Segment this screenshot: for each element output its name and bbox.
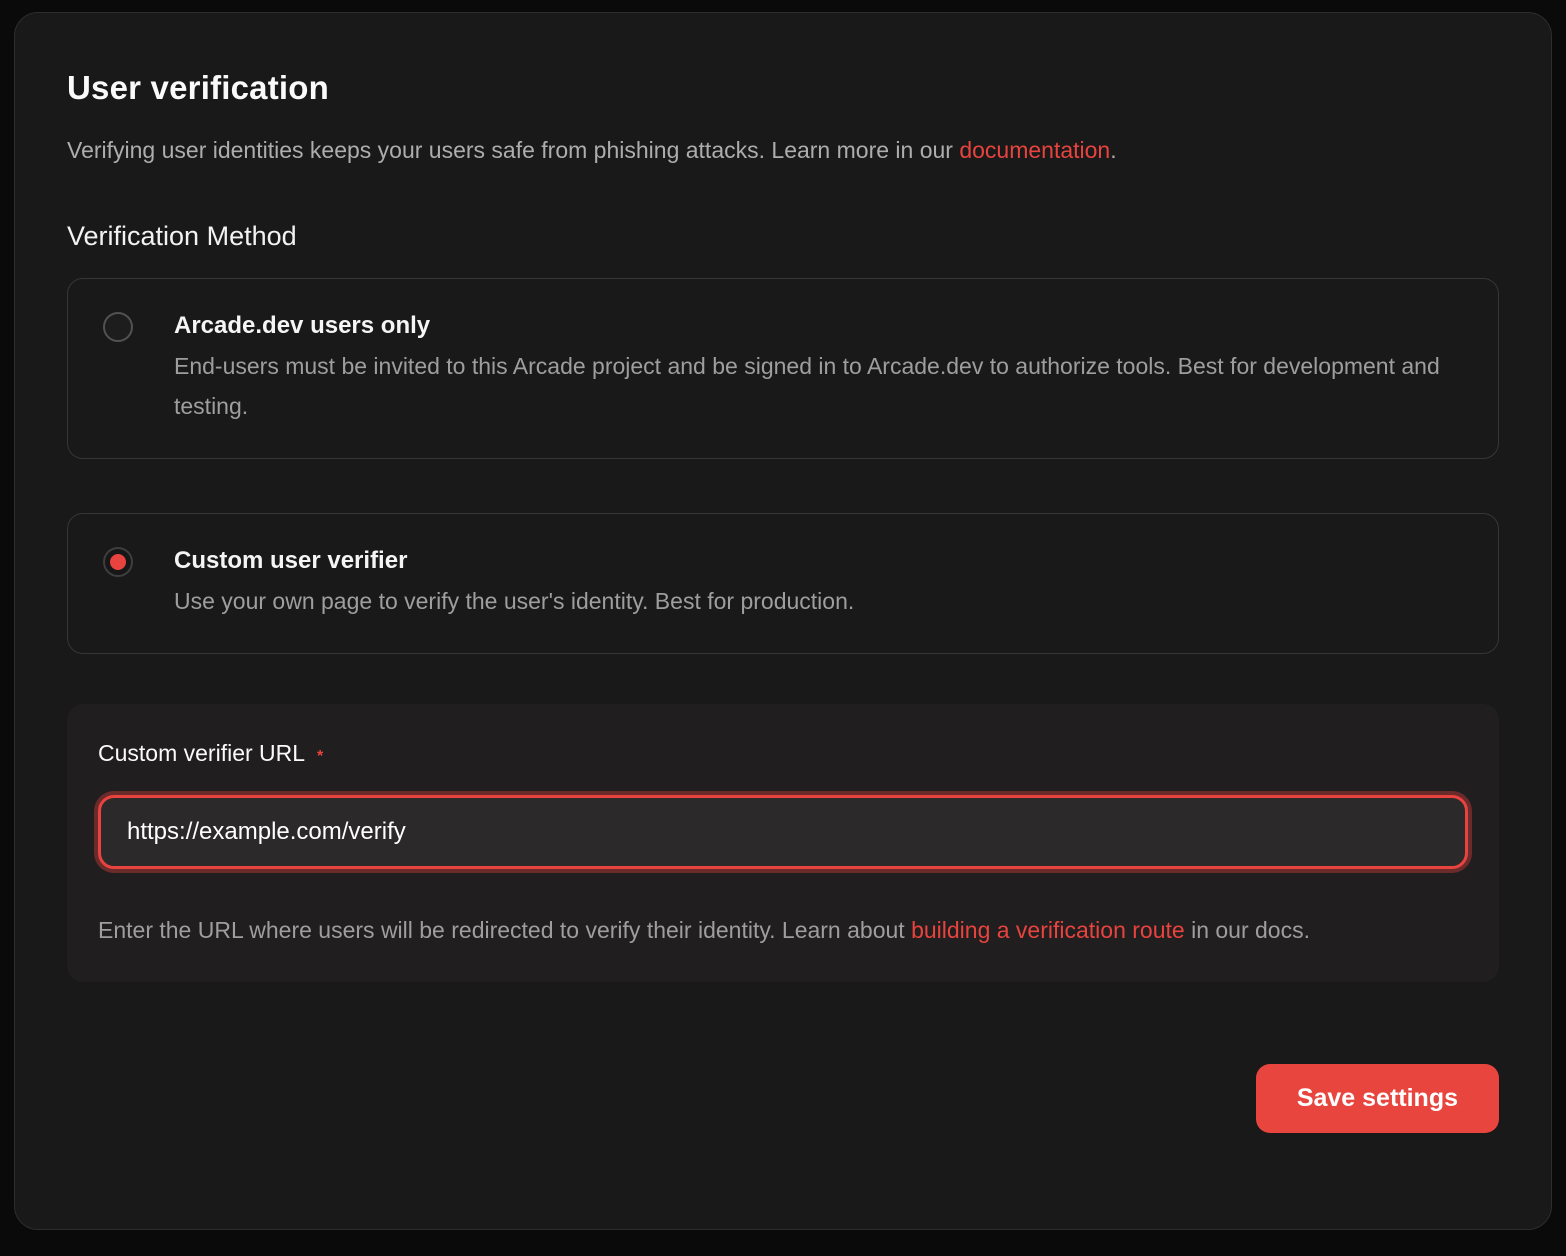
option-text: Arcade.dev users only End-users must be … <box>174 309 1462 426</box>
documentation-link[interactable]: documentation <box>959 137 1110 163</box>
option-description: End-users must be invited to this Arcade… <box>174 346 1462 426</box>
radio-custom-user-verifier[interactable] <box>103 547 133 577</box>
page-title: User verification <box>67 69 1499 107</box>
option-description: Use your own page to verify the user's i… <box>174 581 854 621</box>
verification-method-heading: Verification Method <box>67 221 1499 252</box>
option-label: Arcade.dev users only <box>174 309 1462 342</box>
custom-verifier-url-section: Custom verifier URL * Enter the URL where… <box>67 704 1499 982</box>
custom-verifier-url-label-row: Custom verifier URL * <box>98 740 1468 767</box>
page-description: Verifying user identities keeps your use… <box>67 133 1499 167</box>
required-asterisk: * <box>317 748 323 765</box>
option-arcade-users-only[interactable]: Arcade.dev users only End-users must be … <box>67 278 1499 459</box>
help-text: Enter the URL where users will be redire… <box>98 917 911 943</box>
option-custom-user-verifier[interactable]: Custom user verifier Use your own page t… <box>67 513 1499 654</box>
option-text: Custom user verifier Use your own page t… <box>174 544 854 621</box>
custom-verifier-url-label: Custom verifier URL <box>98 740 305 766</box>
custom-verifier-url-help: Enter the URL where users will be redire… <box>98 911 1468 950</box>
actions-row: Save settings <box>67 1064 1499 1133</box>
help-text-end: in our docs. <box>1185 917 1310 943</box>
custom-verifier-url-input[interactable] <box>98 795 1468 869</box>
verification-route-link[interactable]: building a verification route <box>911 917 1185 943</box>
save-settings-button[interactable]: Save settings <box>1256 1064 1499 1133</box>
radio-arcade-users-only[interactable] <box>103 312 133 342</box>
page-description-period: . <box>1110 137 1116 163</box>
page-description-text: Verifying user identities keeps your use… <box>67 137 959 163</box>
option-label: Custom user verifier <box>174 544 854 577</box>
user-verification-card: User verification Verifying user identit… <box>14 12 1552 1230</box>
